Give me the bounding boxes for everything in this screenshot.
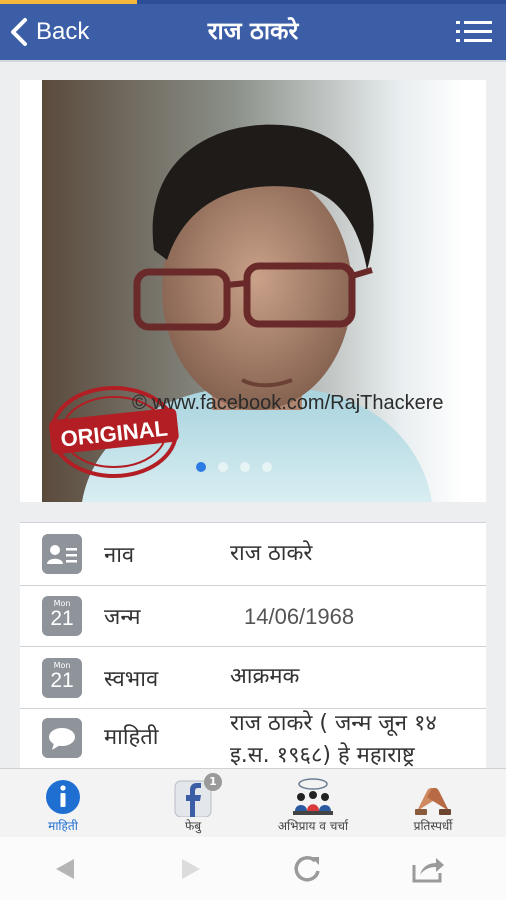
top-app-bar: Back राज ठाकरे bbox=[0, 4, 506, 62]
carousel-dot[interactable] bbox=[240, 462, 250, 472]
calendar-icon: Mon 21 bbox=[42, 596, 82, 636]
row-label: नाव bbox=[104, 543, 135, 568]
info-row-about: माहिती राज ठाकरे ( जन्म जून १४ इ.स. १९६८… bbox=[20, 708, 486, 768]
profile-photo-card: ORIGINAL © www.facebook.com/RajThackere bbox=[20, 80, 486, 502]
row-value: आक्रमक bbox=[230, 664, 300, 689]
tab-label: प्रतिस्पर्धी bbox=[413, 819, 453, 833]
tab-feedback-discussion[interactable]: अभिप्राय व चर्चा bbox=[250, 769, 376, 837]
people-chat-icon bbox=[293, 778, 333, 815]
carousel-dot[interactable] bbox=[196, 462, 206, 472]
back-arrow-icon[interactable] bbox=[44, 851, 84, 887]
tab-opponents[interactable]: प्रतिस्पर्धी bbox=[370, 769, 496, 837]
carousel-dot[interactable] bbox=[218, 462, 228, 472]
tab-label: माहिती bbox=[48, 819, 78, 833]
forward-arrow-icon[interactable] bbox=[172, 851, 212, 887]
row-label: माहिती bbox=[104, 725, 159, 750]
contact-card-icon bbox=[42, 534, 82, 574]
share-icon[interactable] bbox=[408, 851, 448, 887]
handshake-icon bbox=[415, 787, 451, 815]
bottom-tab-bar: माहिती 1 फेबु अभिप्राय व चर्चा प्रतिस्पर… bbox=[0, 768, 506, 838]
watermark-text: © www.facebook.com/RajThackere bbox=[132, 392, 444, 414]
speech-bubble-icon bbox=[42, 718, 82, 758]
tab-label: फेबु bbox=[184, 819, 202, 833]
tab-info[interactable]: माहिती bbox=[0, 769, 126, 837]
about-text: राज ठाकरे ( जन्म जून १४ इ.स. १९६८) हे मह… bbox=[230, 711, 437, 768]
tab-label: अभिप्राय व चर्चा bbox=[277, 819, 349, 833]
info-row-birth: Mon 21 जन्म 14/06/1968 bbox=[20, 584, 486, 647]
row-value: 14/06/1968 bbox=[244, 604, 355, 629]
notification-badge: 1 bbox=[204, 773, 222, 791]
info-row-name: नाव राज ठाकरे bbox=[20, 522, 486, 586]
row-value: राज ठाकरे bbox=[230, 541, 313, 566]
browser-nav-bar bbox=[0, 837, 506, 900]
row-label: जन्म bbox=[104, 605, 141, 630]
carousel-dot[interactable] bbox=[262, 462, 272, 472]
profile-info-list: नाव राज ठाकरे Mon 21 जन्म 14/06/1968 Mon… bbox=[20, 522, 486, 768]
page-title: राज ठाकरे bbox=[207, 17, 299, 45]
info-icon bbox=[46, 780, 80, 814]
row-label: स्वभाव bbox=[104, 667, 159, 692]
calendar-icon: Mon 21 bbox=[42, 658, 82, 698]
refresh-icon[interactable] bbox=[287, 851, 327, 887]
tab-facebook[interactable]: 1 फेबु bbox=[130, 769, 256, 837]
info-row-nature: Mon 21 स्वभाव आक्रमक bbox=[20, 646, 486, 709]
list-menu-icon[interactable] bbox=[454, 16, 494, 48]
carousel-dots bbox=[196, 462, 272, 472]
